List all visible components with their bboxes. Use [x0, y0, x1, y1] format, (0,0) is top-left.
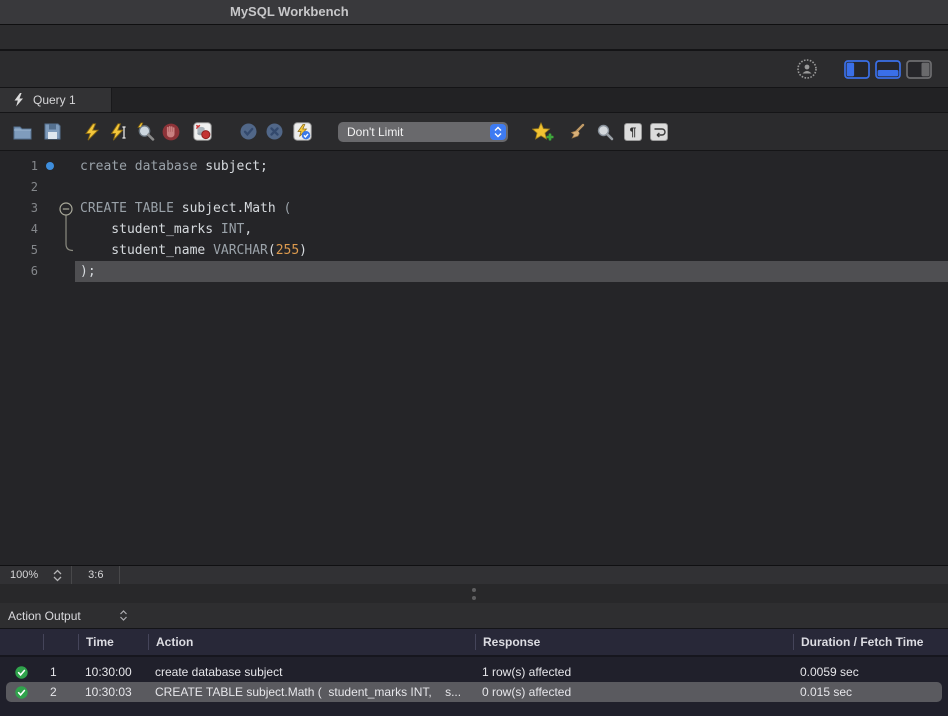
- editor-line-4[interactable]: 4 student_marks INT,: [0, 219, 948, 240]
- output-panel-selector-bar: Action Output: [0, 603, 948, 629]
- code-line: CREATE TABLE subject.Math (: [75, 198, 948, 219]
- row-limit-value: Don't Limit: [347, 125, 403, 139]
- row-duration: 0.0059 sec: [793, 665, 948, 679]
- sql-toolbar: Don't Limit ¶: [0, 112, 948, 151]
- execute-icon[interactable]: [83, 123, 101, 141]
- line-number: 2: [0, 177, 38, 198]
- zoom-level: 100%: [0, 569, 52, 581]
- panel-splitter-handle[interactable]: [0, 584, 948, 603]
- query-bolt-icon: [13, 93, 24, 107]
- column-index[interactable]: [43, 634, 78, 650]
- action-output-table: Time Action Response Duration / Fetch Ti…: [0, 629, 948, 716]
- cursor-position: 3:6: [72, 569, 119, 581]
- stop-on-error-toggle-icon[interactable]: [193, 122, 212, 141]
- output-row-1[interactable]: 1 10:30:00 create database subject 1 row…: [0, 662, 948, 682]
- show-invisibles-icon[interactable]: ¶: [624, 123, 642, 141]
- secondary-sidebar-toggle-icon[interactable]: [906, 60, 932, 79]
- row-index: 1: [43, 665, 78, 679]
- output-row-2-selected[interactable]: 2 10:30:03 CREATE TABLE subject.Math ( s…: [0, 682, 948, 702]
- row-action: CREATE TABLE subject.Math ( student_mark…: [148, 685, 475, 699]
- code-line: );: [75, 261, 948, 282]
- line-number: 3: [0, 198, 38, 219]
- explain-icon[interactable]: [135, 122, 155, 141]
- stop-icon[interactable]: [162, 123, 180, 141]
- row-response: 1 row(s) affected: [475, 665, 793, 679]
- save-icon[interactable]: [44, 123, 61, 140]
- output-panel-selector[interactable]: Action Output: [0, 609, 81, 623]
- column-time[interactable]: Time: [78, 634, 148, 650]
- column-action[interactable]: Action: [148, 634, 475, 650]
- editor-line-5[interactable]: 5 student_name VARCHAR(255): [0, 240, 948, 261]
- editor-line-2[interactable]: 2: [0, 177, 948, 198]
- window-titlebar: MySQL Workbench: [0, 0, 948, 25]
- line-number: 1: [0, 156, 38, 177]
- tab-label: Query 1: [33, 93, 76, 107]
- tab-query-1[interactable]: Query 1: [0, 88, 112, 112]
- line-number: 5: [0, 240, 38, 261]
- code-line: [75, 177, 948, 198]
- select-stepper-icon: [490, 124, 506, 140]
- find-icon[interactable]: [596, 123, 614, 141]
- editor-line-3[interactable]: 3 CREATE TABLE subject.Math (: [0, 198, 948, 219]
- query-tabbar: Query 1: [0, 88, 948, 112]
- user-badge-icon[interactable]: [795, 57, 819, 81]
- row-time: 10:30:00: [78, 665, 148, 679]
- row-action: create database subject: [148, 665, 475, 679]
- zoom-stepper-icon[interactable]: [52, 569, 71, 582]
- execute-current-icon[interactable]: [109, 123, 128, 141]
- mysql-workbench-window: MySQL Workbench: [0, 0, 948, 716]
- autocommit-toggle-icon[interactable]: [293, 122, 312, 141]
- output-panel-toggle-icon[interactable]: [875, 60, 901, 79]
- code-line: student_marks INT,: [75, 219, 948, 240]
- save-snippet-icon[interactable]: [532, 122, 554, 142]
- output-selector-stepper-icon[interactable]: [119, 610, 128, 621]
- column-status[interactable]: [0, 634, 43, 650]
- wrap-text-icon[interactable]: [650, 123, 668, 141]
- line-number: 6: [0, 261, 38, 282]
- row-index: 2: [43, 685, 78, 699]
- row-response: 0 row(s) affected: [475, 685, 793, 699]
- code-line: create database subject;: [75, 156, 948, 177]
- editor-statusbar: 100% 3:6: [0, 565, 948, 584]
- success-check-icon: [0, 666, 43, 679]
- statement-marker-icon: [46, 162, 54, 170]
- row-limit-select[interactable]: Don't Limit: [338, 122, 508, 142]
- commit-icon[interactable]: [240, 123, 257, 140]
- line-number: 4: [0, 219, 38, 240]
- rollback-icon[interactable]: [266, 123, 283, 140]
- window-title: MySQL Workbench: [230, 4, 349, 19]
- success-check-icon: [0, 686, 43, 699]
- column-response[interactable]: Response: [475, 634, 793, 650]
- workspace-toolbar: [0, 51, 948, 88]
- main-toolbar-strip: [0, 25, 948, 51]
- editor-line-1[interactable]: 1 create database subject;: [0, 156, 948, 177]
- sidebar-toggle-icon[interactable]: [844, 60, 870, 79]
- sql-editor[interactable]: 1 create database subject; 2 3 CREATE TA…: [0, 151, 948, 565]
- code-line: student_name VARCHAR(255): [75, 240, 948, 261]
- row-time: 10:30:03: [78, 685, 148, 699]
- column-duration[interactable]: Duration / Fetch Time: [793, 634, 948, 650]
- editor-line-6-current[interactable]: 6 );: [0, 261, 948, 282]
- row-duration: 0.015 sec: [793, 685, 948, 699]
- open-file-icon[interactable]: [13, 124, 32, 140]
- output-table-header: Time Action Response Duration / Fetch Ti…: [0, 629, 948, 657]
- beautify-icon[interactable]: [568, 123, 586, 140]
